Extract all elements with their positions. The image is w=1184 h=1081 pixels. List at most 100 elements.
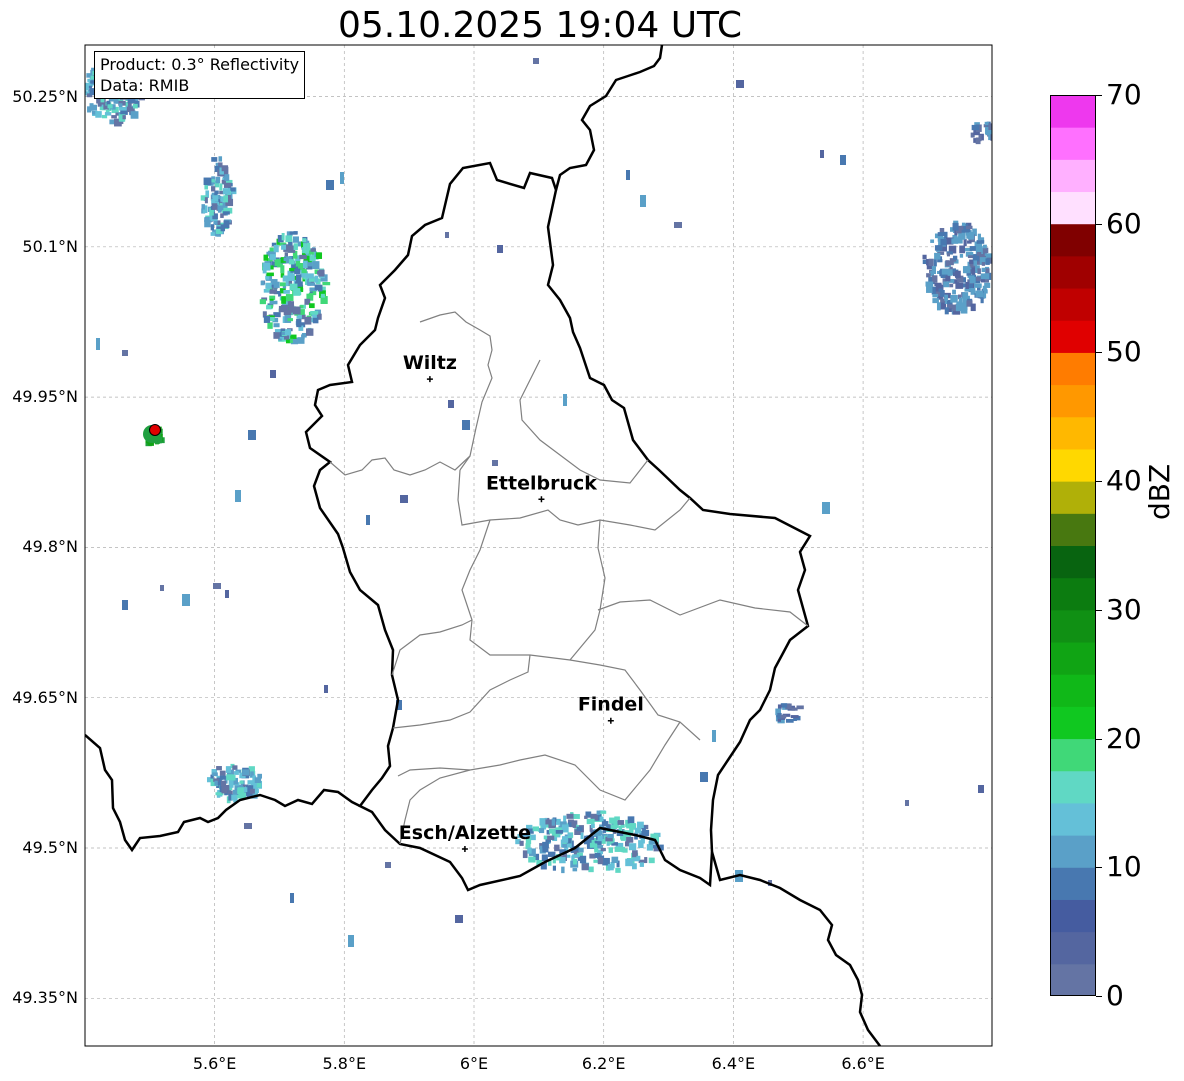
radar-pixel — [293, 231, 298, 235]
radar-pixel — [961, 222, 966, 227]
colorbar-segment — [1050, 223, 1096, 257]
radar-pixel — [225, 590, 229, 598]
radar-pixel — [978, 785, 984, 793]
radar-pixel — [640, 195, 646, 207]
colorbar-tick-label: 40 — [1106, 464, 1142, 498]
radar-pixel — [260, 280, 265, 286]
colorbar-tick-label: 70 — [1106, 78, 1142, 111]
radar-pixel — [597, 835, 603, 842]
radar-pixel — [306, 328, 314, 336]
colorbar-segment — [1050, 481, 1096, 514]
radar-pixel — [947, 269, 953, 276]
radar-pixel — [385, 862, 391, 868]
colorbar-segment — [1050, 255, 1096, 289]
radar-pixel — [95, 111, 102, 118]
radar-pixel — [269, 300, 278, 305]
radar-pixel — [206, 777, 211, 783]
radar-pixel — [780, 703, 788, 708]
radar-pixel — [263, 315, 271, 323]
radar-pixel — [590, 823, 595, 829]
radar-pixel — [578, 847, 584, 853]
radar-pixel — [646, 844, 653, 851]
radar-pixel — [263, 262, 271, 271]
radar-pixel — [122, 600, 128, 610]
radar-pixel — [632, 857, 640, 862]
radar-pixel — [963, 239, 967, 247]
colorbar-tick — [1096, 609, 1102, 611]
colorbar-segment — [1050, 416, 1096, 450]
radar-site-icon — [149, 424, 161, 436]
radar-pixel — [611, 856, 619, 863]
radar-pixel — [940, 289, 945, 297]
radar-pixel — [551, 818, 556, 826]
info-box: Product: 0.3° Reflectivity Data: RMIB — [94, 51, 306, 99]
radar-pixel — [615, 867, 621, 873]
radar-pixel — [220, 224, 226, 232]
radar-pixel — [265, 282, 272, 289]
radar-map: Wiltz Ettelbruck Findel Esch/Alzette — [84, 44, 993, 1047]
radar-pixel — [215, 176, 221, 184]
radar-pixel — [542, 848, 549, 853]
radar-pixel — [632, 863, 637, 870]
radar-pixel — [314, 275, 319, 283]
radar-pixel — [580, 832, 584, 840]
colorbar-segment — [1050, 577, 1096, 611]
radar-pixel — [950, 295, 958, 303]
radar-pixel — [109, 119, 115, 125]
radar-pixel — [958, 232, 966, 240]
radar-pixel — [312, 314, 317, 318]
radar-pixel — [588, 866, 594, 873]
colorbar-tick — [1096, 481, 1102, 483]
radar-pixel — [130, 111, 139, 119]
radar-pixel — [959, 253, 964, 258]
radar-pixel — [285, 235, 293, 242]
radar-pixel — [607, 833, 614, 839]
radar-pixel — [955, 282, 964, 289]
radar-pixel — [281, 232, 285, 241]
radar-pixel — [952, 289, 956, 295]
radar-pixel — [966, 251, 974, 256]
radar-pixel — [967, 240, 972, 244]
radar-pixel — [259, 299, 266, 305]
radar-pixel — [287, 318, 293, 322]
radar-pixel — [791, 707, 798, 711]
radar-pixel — [936, 302, 941, 311]
radar-pixel — [284, 329, 292, 336]
radar-pixel — [926, 273, 931, 278]
radar-pixel — [107, 104, 113, 109]
radar-pixel — [973, 283, 982, 288]
product-label: Product: 0.3° Reflectivity — [100, 55, 300, 74]
radar-pixel — [573, 858, 577, 865]
colorbar-tick — [1096, 738, 1102, 740]
radar-pixel — [267, 322, 273, 329]
radar-pixel — [273, 323, 280, 328]
radar-pixel — [232, 775, 236, 781]
colorbar-tick-label: 0 — [1106, 979, 1124, 1012]
data-source-label: Data: RMIB — [100, 76, 190, 95]
radar-pixel — [594, 852, 601, 858]
radar-pixel — [573, 814, 580, 819]
latitude-label: 49.8°N — [22, 537, 78, 557]
radar-pixel — [547, 851, 556, 857]
radar-pixel — [933, 258, 937, 267]
radar-pixel — [221, 786, 228, 794]
radar-pixel — [954, 270, 961, 278]
colorbar-segment — [1050, 127, 1096, 160]
radar-pixel — [294, 268, 301, 275]
radar-pixel — [132, 103, 138, 109]
radar-pixel — [952, 255, 958, 260]
radar-pixel — [274, 258, 281, 267]
radar-pixel — [625, 858, 634, 867]
radar-pixel — [533, 58, 539, 64]
colorbar — [1050, 95, 1096, 996]
radar-pixel — [288, 305, 295, 313]
radar-pixel — [984, 121, 989, 126]
radar-pixel — [934, 252, 941, 260]
radar-pixel — [977, 268, 981, 275]
radar-pixel — [219, 775, 226, 780]
radar-pixel — [608, 847, 614, 853]
radar-pixel — [122, 115, 126, 120]
radar-pixel — [204, 197, 208, 204]
radar-pixel — [281, 296, 286, 304]
radar-pixel — [302, 260, 308, 269]
